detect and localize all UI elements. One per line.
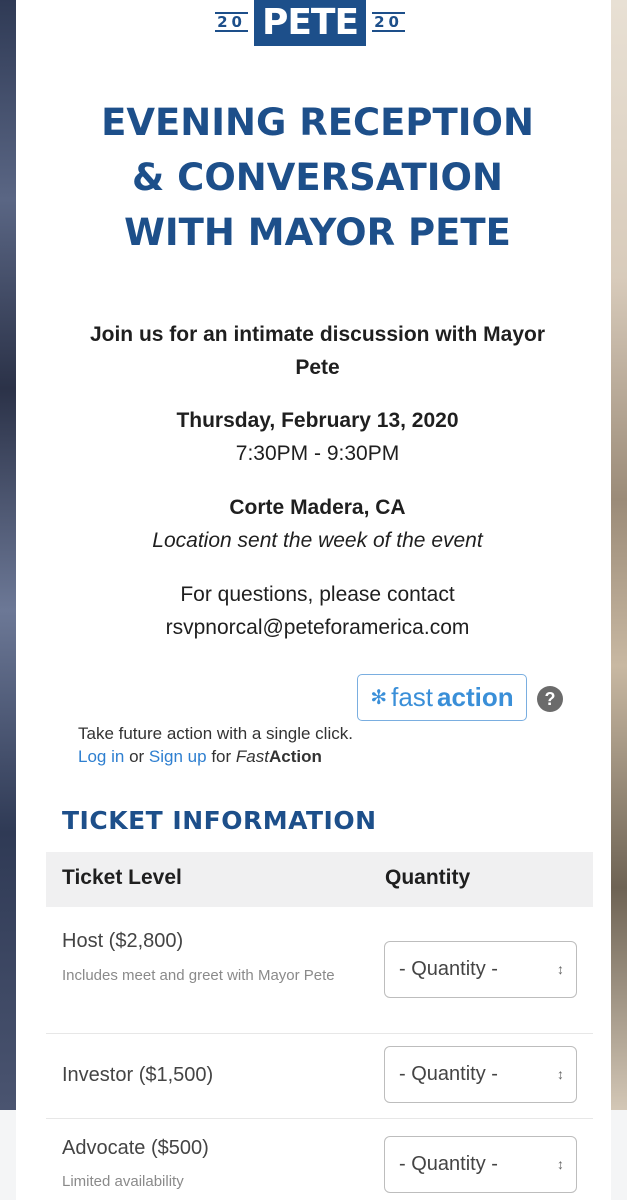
fastaction-brand2-action: Action [268, 747, 322, 766]
fastaction-brand-action: action [437, 682, 514, 712]
pete-2020-logo[interactable]: 20 PETE 20 [210, 0, 410, 48]
event-datetime: Thursday, February 13, 2020 7:30PM - 9:3… [30, 404, 605, 470]
ticket-row-host: Host ($2,800) Includes meet and greet wi… [46, 907, 593, 1034]
logo-year-left: 20 [215, 12, 248, 32]
ticket-note: Limited availability [62, 1173, 184, 1190]
event-location: Corte Madera, CA Location sent the week … [30, 491, 605, 557]
help-icon[interactable]: ? [537, 686, 563, 712]
column-quantity: Quantity [385, 866, 471, 889]
chevron-updown-icon: ↕ [557, 961, 564, 977]
fastaction-login-line: Log in or Sign up for FastAction [78, 745, 353, 768]
chevron-updown-icon: ↕ [557, 1156, 564, 1172]
ticket-name: Advocate ($500) [62, 1137, 209, 1159]
or-text: or [129, 747, 145, 766]
ticket-name: Host ($2,800) [62, 930, 184, 952]
ticket-information-heading: TICKET INFORMATION [62, 806, 377, 835]
event-location-note: Location sent the week of the event [152, 529, 483, 552]
login-link[interactable]: Log in [78, 747, 124, 766]
signup-link[interactable]: Sign up [149, 747, 207, 766]
quantity-select-value: - Quantity - [399, 958, 498, 980]
fastaction-info: Take future action with a single click. … [78, 722, 353, 768]
ticket-table: Ticket Level Quantity Host ($2,800) Incl… [46, 852, 593, 1200]
column-ticket-level: Ticket Level [62, 866, 182, 889]
fastaction-logo-icon: ✻ [370, 687, 388, 709]
event-title: EVENING RECEPTION & CONVERSATION WITH MA… [30, 95, 605, 260]
event-time: 7:30PM - 9:30PM [235, 442, 400, 465]
fastaction-brand2-fast: Fast [235, 747, 269, 766]
ticket-row-investor: Investor ($1,500) - Quantity - ↕ [46, 1034, 593, 1119]
event-intro: Join us for an intimate discussion with … [89, 323, 546, 379]
event-city: Corte Madera, CA [229, 496, 406, 519]
quantity-select-value: - Quantity - [399, 1063, 498, 1085]
logo-name: PETE [253, 0, 367, 46]
fastaction-tagline: Take future action with a single click. [78, 724, 353, 743]
event-date: Thursday, February 13, 2020 [176, 409, 459, 432]
event-title-line: WITH MAYOR PETE [124, 211, 511, 254]
logo-year-right: 20 [372, 12, 405, 32]
fastaction-button[interactable]: ✻ fast action [357, 674, 527, 721]
event-contact: For questions, please contact rsvpnorcal… [30, 578, 605, 644]
chevron-updown-icon: ↕ [557, 1066, 564, 1082]
quantity-select-advocate[interactable]: - Quantity - ↕ [384, 1136, 577, 1193]
ticket-note: Includes meet and greet with Mayor Pete [62, 967, 335, 984]
event-title-line: & CONVERSATION [132, 156, 503, 199]
ticket-table-header: Ticket Level Quantity [46, 852, 593, 907]
fastaction-brand-fast: fast [391, 682, 434, 712]
quantity-select-value: - Quantity - [399, 1153, 498, 1175]
background-photo-right [611, 0, 627, 1110]
ticket-row-advocate: Advocate ($500) Limited availability - Q… [46, 1119, 593, 1200]
ticket-name: Investor ($1,500) [62, 1064, 214, 1086]
contact-email[interactable]: rsvpnorcal@peteforamerica.com [30, 611, 605, 644]
event-title-line: EVENING RECEPTION [101, 101, 534, 144]
quantity-select-investor[interactable]: - Quantity - ↕ [384, 1046, 577, 1103]
contact-line: For questions, please contact [180, 583, 455, 606]
for-text: for [211, 747, 232, 766]
quantity-select-host[interactable]: - Quantity - ↕ [384, 941, 577, 998]
background-photo-left [0, 0, 16, 1110]
